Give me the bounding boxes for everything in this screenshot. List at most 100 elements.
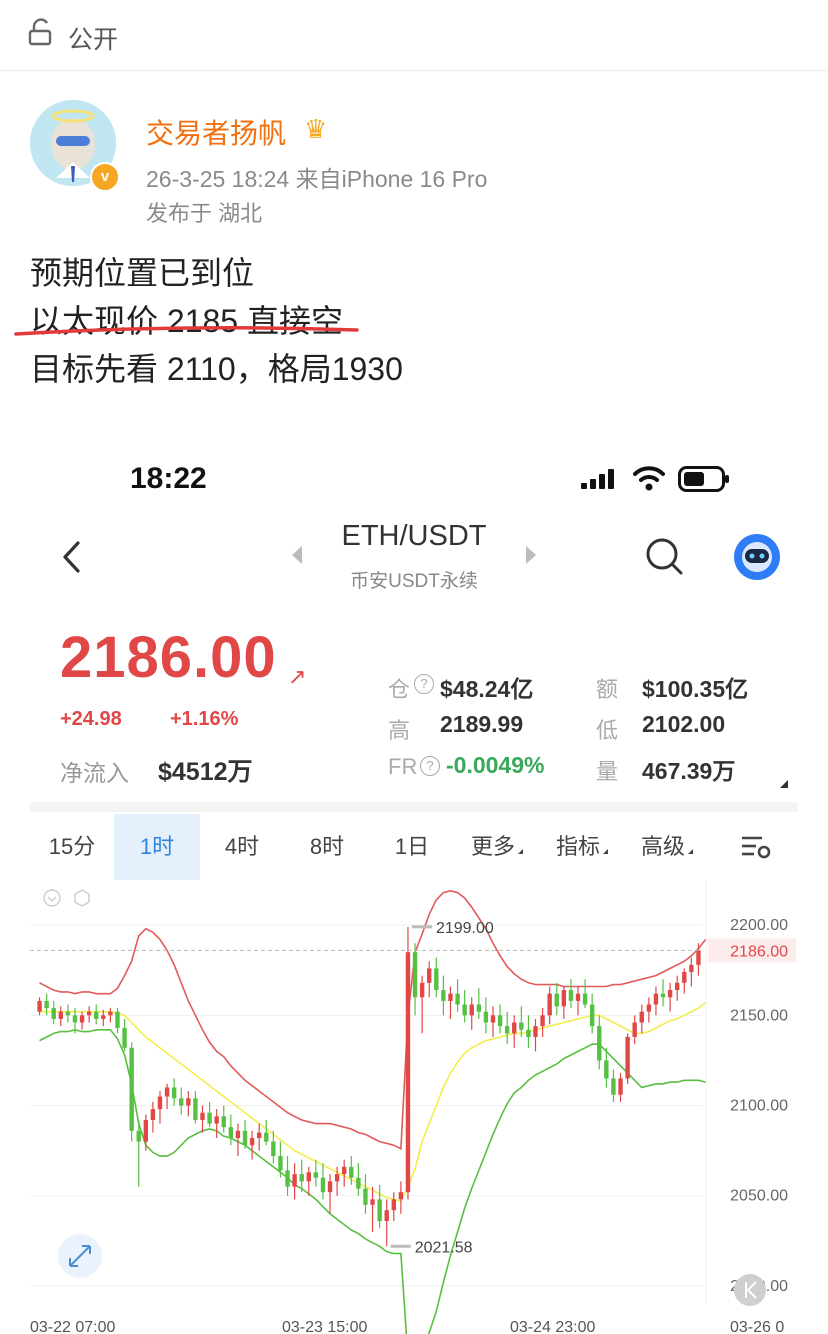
scroll-latest-button xyxy=(734,1274,766,1306)
post-location: 发布于 湖北 xyxy=(146,201,263,226)
tab-indicators-label: 指标 xyxy=(555,834,600,859)
y-tick-label: 2150.00 xyxy=(730,1007,788,1024)
candle-body xyxy=(412,952,418,998)
candle-body xyxy=(384,1210,389,1222)
candle-body xyxy=(235,1130,241,1139)
candle-body xyxy=(363,1188,368,1205)
candle-body xyxy=(639,1011,644,1023)
up-arrow-icon: ↗ xyxy=(288,664,307,689)
author-name[interactable]: 交易者扬帆 xyxy=(146,112,286,152)
candle-body xyxy=(101,1015,106,1019)
candle-body xyxy=(370,1199,375,1205)
candle-body xyxy=(299,1174,304,1182)
candle-body xyxy=(575,993,581,1001)
status-time: 18:22 xyxy=(130,462,207,495)
candle-body xyxy=(72,1015,78,1023)
help-icon[interactable]: ? xyxy=(420,756,440,776)
amount-label: 额 xyxy=(596,677,619,702)
candle-body xyxy=(327,1181,333,1193)
candle-body xyxy=(58,1011,63,1019)
pair-title[interactable]: ETH/USDT xyxy=(0,520,828,553)
assistant-bot-icon[interactable] xyxy=(734,534,780,580)
candle-body xyxy=(675,982,680,991)
candle-body xyxy=(526,1029,531,1037)
candle-body xyxy=(497,1015,503,1027)
tab-1d[interactable]: 1日 xyxy=(370,814,454,880)
candle-body xyxy=(540,1015,545,1027)
pair-subtitle: 币安USDT永续 xyxy=(350,571,478,592)
candle-body xyxy=(179,1098,184,1106)
dropdown-icon xyxy=(688,849,693,854)
collapse-indicator-icon xyxy=(43,889,61,907)
amount-value: $100.35亿 xyxy=(642,676,749,702)
help-icon[interactable]: ? xyxy=(414,674,434,694)
inflow-label: 净流入 xyxy=(60,760,129,786)
candle-body xyxy=(618,1078,623,1095)
tab-15m[interactable]: 15分 xyxy=(30,814,114,880)
candle-body xyxy=(271,1141,276,1157)
x-tick-label: 03-23 15:00 xyxy=(282,1319,368,1334)
post-visibility-bar xyxy=(0,0,828,71)
candle-body xyxy=(221,1116,226,1128)
funding-rate-label: FR xyxy=(388,754,418,779)
candle-body xyxy=(434,968,439,991)
indicator-settings-icon xyxy=(74,889,90,907)
search-icon[interactable] xyxy=(644,536,684,576)
candle-body xyxy=(256,1132,262,1139)
candle-body xyxy=(193,1098,198,1120)
middle-band-line xyxy=(39,1002,706,1203)
candle-body xyxy=(334,1174,340,1182)
candle-body xyxy=(391,1199,396,1211)
candle-body xyxy=(632,1022,637,1037)
post-line-1: 预期位置已到位 xyxy=(30,255,255,291)
signal-icon xyxy=(581,469,614,489)
visibility-label: 公开 xyxy=(68,26,119,54)
tab-advanced[interactable]: 高级 xyxy=(624,814,710,880)
candle-body xyxy=(568,990,574,1001)
candle-body xyxy=(519,1022,524,1030)
funding-rate-value: -0.0049% xyxy=(446,752,545,778)
candle-body xyxy=(504,1026,510,1034)
candle-body xyxy=(306,1172,311,1182)
x-tick-label: 03-22 07:00 xyxy=(30,1319,116,1334)
candle-body xyxy=(653,993,659,1005)
next-pair-icon[interactable] xyxy=(526,546,536,564)
tab-more[interactable]: 更多 xyxy=(454,814,540,880)
candle-body xyxy=(462,1004,467,1016)
candlestick-chart[interactable]: 2200.002150.002100.002050.002000.002186.… xyxy=(30,880,798,1334)
candle-body xyxy=(313,1172,319,1178)
candle-body xyxy=(469,1004,474,1016)
oi-value: $48.24亿 xyxy=(440,676,534,702)
tab-4h[interactable]: 4时 xyxy=(200,814,284,880)
candle-body xyxy=(65,1011,71,1016)
tab-indicators[interactable]: 指标 xyxy=(540,814,624,880)
candle-body xyxy=(242,1130,248,1146)
change-pct: +1.16% xyxy=(170,708,239,730)
x-tick-label: 03-26 0 xyxy=(730,1319,784,1334)
y-tick-label: 2100.00 xyxy=(730,1098,788,1115)
x-tick-label: 03-24 23:00 xyxy=(510,1319,596,1334)
candle-body xyxy=(342,1166,347,1175)
inflow-value: $4512万 xyxy=(158,758,253,786)
tab-8h[interactable]: 8时 xyxy=(284,814,370,880)
candle-body xyxy=(292,1174,297,1187)
candle-body xyxy=(136,1130,141,1142)
candle-body xyxy=(398,1192,404,1200)
candle-body xyxy=(646,1004,652,1012)
candle-body xyxy=(561,990,567,1007)
candle-body xyxy=(228,1127,234,1139)
chart-settings-icon[interactable] xyxy=(740,834,772,860)
expand-corner-icon[interactable] xyxy=(780,780,788,788)
candle-body xyxy=(108,1011,113,1016)
candle-body xyxy=(264,1132,269,1142)
candle-body xyxy=(582,993,588,1005)
tab-1h[interactable]: 1时 xyxy=(114,814,200,880)
candle-body xyxy=(448,993,453,1001)
candle-body xyxy=(186,1098,191,1106)
candle-body xyxy=(51,1008,56,1019)
candle-body xyxy=(512,1022,517,1034)
candle-body xyxy=(320,1177,326,1193)
candle-body xyxy=(285,1170,290,1187)
volume-label: 量 xyxy=(596,759,619,784)
current-price-label: 2186.00 xyxy=(730,943,788,960)
